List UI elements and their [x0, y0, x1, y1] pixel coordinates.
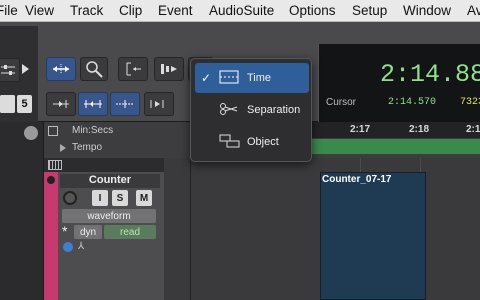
- selector-tool-icon[interactable]: [154, 57, 184, 81]
- object-grabber-icon: [219, 134, 241, 151]
- track-color-bar: [44, 172, 58, 300]
- menu-item-label: Time: [247, 72, 272, 84]
- tick-label: 2:19: [466, 124, 480, 135]
- menu-window[interactable]: Window: [403, 3, 451, 18]
- spot-mode-button[interactable]: [78, 92, 108, 116]
- menu-view[interactable]: View: [25, 3, 54, 18]
- menu-track[interactable]: Track: [70, 3, 103, 18]
- left-column: [0, 122, 44, 300]
- grid-mode-icon[interactable]: [144, 92, 174, 116]
- menu-options[interactable]: Options: [289, 3, 336, 18]
- automation-view-selector[interactable]: dyn: [74, 225, 102, 239]
- ruler-expand-icon[interactable]: [60, 144, 66, 152]
- menu-setup[interactable]: Setup: [352, 3, 387, 18]
- cursor-value: 2:14.570: [388, 97, 437, 108]
- track-dropdown-icon[interactable]: [47, 176, 55, 184]
- menu-audiosuite[interactable]: AudioSuite: [209, 3, 274, 18]
- track-view-selector[interactable]: waveform: [62, 209, 156, 223]
- menu-item-object[interactable]: Object: [195, 127, 309, 157]
- trim-tool-icon[interactable]: [118, 57, 148, 81]
- menubar: File View Track Clip Event AudioSuite Op…: [0, 0, 480, 22]
- minsecs-ruler-label: Min:Secs: [72, 125, 114, 136]
- record-enable-button[interactable]: [63, 191, 77, 205]
- track-grid-icon[interactable]: [48, 160, 62, 170]
- tick-label: 2:17: [350, 124, 371, 135]
- cursor-label: Cursor: [326, 97, 357, 108]
- trim-zoom-icon[interactable]: [80, 57, 108, 81]
- track-name[interactable]: Counter: [60, 174, 160, 188]
- timebase-icon[interactable]: [63, 242, 73, 252]
- pro-tools-window: File View Track Clip Event AudioSuite Op…: [0, 0, 480, 300]
- asterisk-icon: *: [62, 223, 68, 239]
- time-grabber-icon: [219, 70, 239, 87]
- tracks-list-toggle[interactable]: [24, 126, 38, 140]
- input-monitor-button[interactable]: I: [92, 190, 108, 206]
- grabber-tool-menu: ✓ Time Separation Object: [190, 58, 312, 162]
- menu-item-label: Separation: [247, 104, 301, 116]
- shuffle-mode-icon[interactable]: [46, 92, 76, 116]
- tempo-ruler-strip[interactable]: [300, 139, 480, 154]
- menu-file[interactable]: File: [0, 3, 18, 18]
- automation-mode-selector[interactable]: read: [104, 225, 156, 239]
- checkmark-icon: ✓: [201, 71, 212, 85]
- nudge-4-box: [0, 95, 15, 113]
- audio-clip[interactable]: [320, 172, 426, 300]
- mute-button[interactable]: M: [136, 190, 152, 206]
- playhead-line: [190, 158, 191, 300]
- tick-icon: ⅄: [78, 241, 85, 252]
- fader-icon[interactable]: [0, 58, 20, 82]
- zoom-mode-button[interactable]: [46, 57, 76, 81]
- menu-item-label: Object: [247, 136, 279, 148]
- ruler-menu-icon[interactable]: [48, 126, 58, 136]
- main-counter-value[interactable]: 2:14.885: [380, 60, 480, 89]
- tick-label: 2:18: [409, 124, 430, 135]
- tempo-ruler-label: Tempo: [72, 142, 103, 153]
- solo-button[interactable]: S: [112, 190, 128, 206]
- clip-name: Counter_07-17: [322, 174, 392, 185]
- cursor-sample-value: 7323: [460, 97, 480, 108]
- slip-mode-button[interactable]: [110, 92, 140, 116]
- nudge-5[interactable]: 5: [17, 95, 32, 113]
- scissors-icon: [219, 102, 239, 119]
- menu-item-time[interactable]: ✓ Time: [195, 63, 309, 93]
- menu-event[interactable]: Event: [158, 3, 193, 18]
- minsecs-timeline[interactable]: [300, 122, 480, 138]
- menu-item-separation[interactable]: Separation: [195, 95, 309, 125]
- play-arrow-icon[interactable]: [22, 64, 29, 74]
- menu-clip[interactable]: Clip: [119, 3, 142, 18]
- menu-avid[interactable]: Av: [467, 3, 480, 18]
